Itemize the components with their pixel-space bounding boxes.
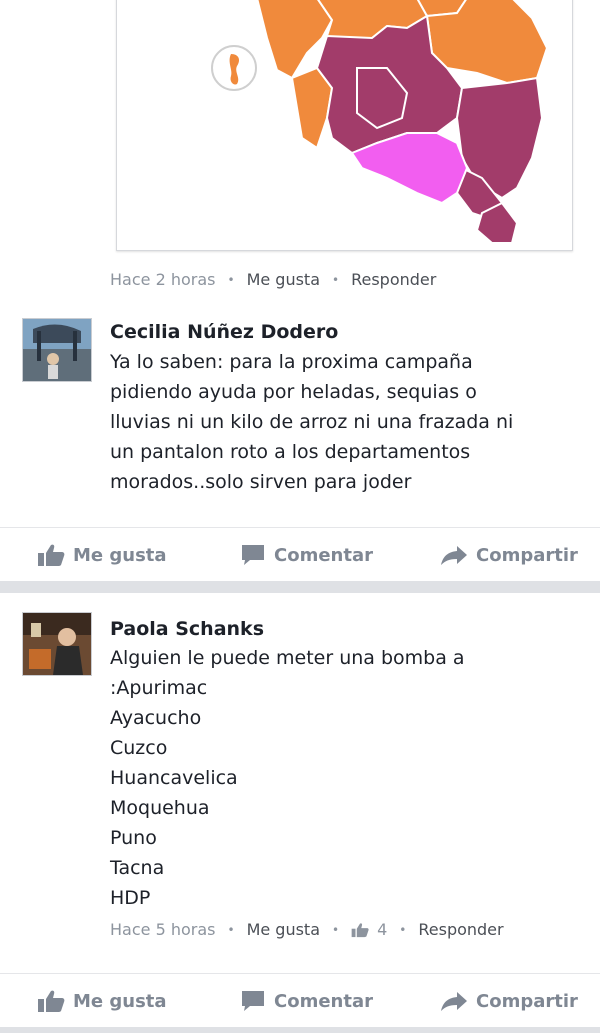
comment-button[interactable]: Comentar (240, 989, 373, 1013)
comment-time[interactable]: Hace 2 horas (110, 270, 215, 289)
like-link[interactable]: Me gusta (247, 920, 320, 939)
like-count[interactable]: 4 (351, 920, 387, 939)
thumbs-up-icon (38, 544, 65, 566)
comment-label: Comentar (274, 544, 373, 566)
share-button[interactable]: Compartir (440, 544, 578, 566)
comment-time[interactable]: Hace 5 horas (110, 920, 215, 939)
meta-separator: • (332, 272, 340, 287)
comment-author[interactable]: Paola Schanks (110, 618, 264, 640)
meta-separator: • (332, 922, 340, 937)
meta-separator: • (227, 922, 235, 937)
like-button[interactable]: Me gusta (37, 989, 167, 1013)
avatar[interactable] (22, 318, 92, 382)
meta-separator: • (227, 272, 235, 287)
share-label: Compartir (476, 544, 578, 566)
thumbs-up-icon (38, 990, 65, 1012)
like-label: Me gusta (73, 990, 167, 1012)
comment-button[interactable]: Comentar (240, 543, 373, 567)
comment-meta: Hace 5 horas • Me gusta • 4 • Responder (110, 920, 504, 939)
comment-author[interactable]: Cecilia Núñez Dodero (110, 321, 338, 343)
reply-link[interactable]: Responder (351, 270, 436, 289)
share-label: Compartir (476, 990, 578, 1012)
peru-map-graphic (211, 0, 549, 244)
comment-bubble-icon (242, 991, 264, 1011)
post-action-bar: Me gusta Comentar Compartir (0, 973, 600, 1028)
comment-text: Ya lo saben: para la proxima campaña pid… (110, 351, 514, 493)
share-button[interactable]: Compartir (440, 990, 578, 1012)
comment-bubble-icon (242, 545, 264, 565)
thumbs-up-icon (351, 922, 369, 937)
share-arrow-icon (441, 992, 467, 1011)
comment-meta: Hace 2 horas • Me gusta • Responder (110, 270, 436, 289)
map-image[interactable] (116, 0, 573, 251)
like-label: Me gusta (73, 544, 167, 566)
comment-label: Comentar (274, 990, 373, 1012)
comment-text: Alguien le puede meter una bomba a :Apur… (110, 647, 465, 909)
like-button[interactable]: Me gusta (37, 543, 167, 567)
share-arrow-icon (441, 546, 467, 565)
post-action-bar: Me gusta Comentar Compartir (0, 527, 600, 582)
post-divider (0, 581, 600, 593)
meta-separator: • (399, 922, 407, 937)
like-count-value: 4 (377, 920, 388, 939)
like-link[interactable]: Me gusta (247, 270, 320, 289)
avatar[interactable] (22, 612, 92, 676)
post-divider (0, 1027, 600, 1033)
reply-link[interactable]: Responder (418, 920, 503, 939)
